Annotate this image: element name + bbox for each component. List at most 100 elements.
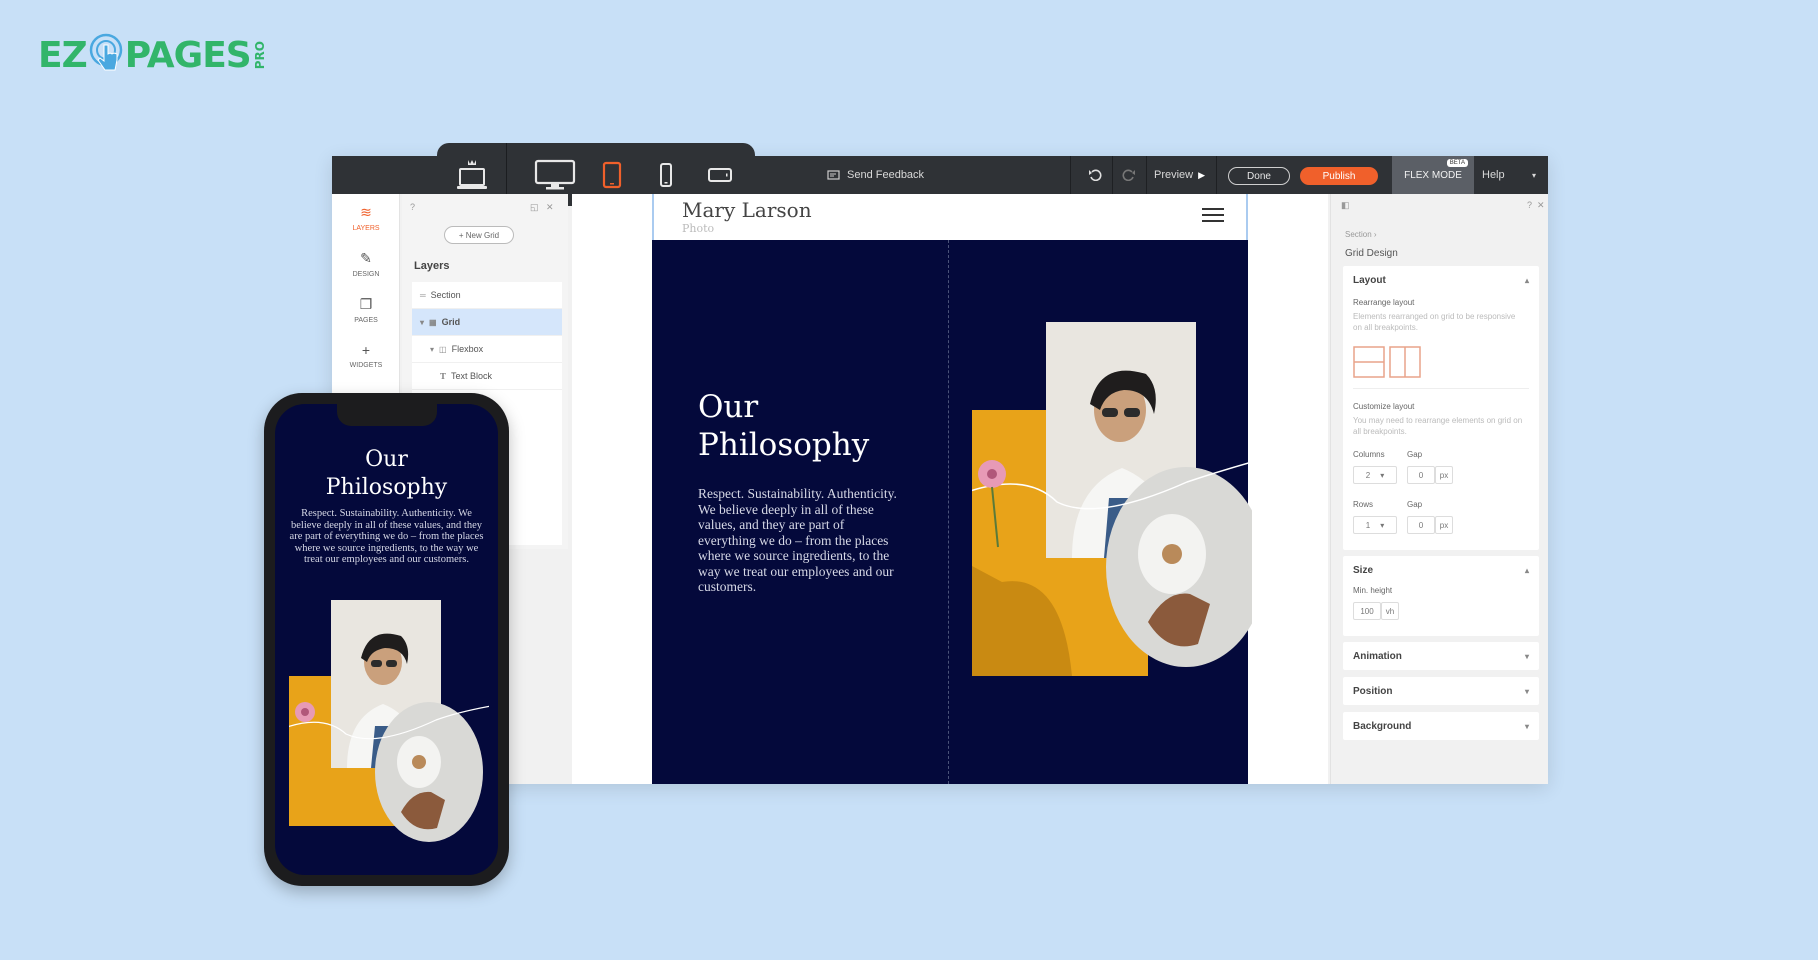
publish-button[interactable]: Publish [1300, 167, 1378, 185]
expand-arrow-icon: ▾ [420, 317, 425, 327]
rail-item-layers[interactable]: ≋ LAYERS [332, 204, 400, 232]
layout-card: Layout ▴ Rearrange layout Elements rearr… [1343, 266, 1539, 550]
row-gap-unit[interactable]: px [1435, 516, 1453, 534]
desktop-icon [534, 159, 576, 189]
heading-line: Our [365, 447, 408, 472]
column-gap-unit[interactable]: px [1435, 466, 1453, 484]
rearrange-hint: Elements rearranged on grid to be respon… [1353, 312, 1516, 332]
layer-row-text-block[interactable]: T Text Block [412, 363, 562, 390]
background-card[interactable]: Background ▾ [1343, 712, 1539, 740]
size-card: Size ▴ Min. height 100 vh [1343, 556, 1539, 636]
panel-toggle-icon[interactable]: ◧ [1341, 200, 1350, 211]
help-icon[interactable]: ? [1527, 200, 1532, 210]
philosophy-paragraph[interactable]: Respect. Sustainability. Authenticity. W… [698, 486, 903, 595]
beta-badge: BETA [1446, 159, 1468, 167]
philosophy-heading[interactable]: Our Philosophy [698, 388, 938, 464]
help-label: Help [1482, 169, 1505, 181]
logo-ez-text: EZ [38, 34, 88, 76]
layers-title: Layers [414, 260, 450, 272]
philosophy-section[interactable]: Our Philosophy Respect. Sustainability. … [652, 240, 1252, 784]
chevron-down-icon[interactable]: ▾ [1532, 156, 1536, 194]
position-card[interactable]: Position ▾ [1343, 677, 1539, 705]
row-gap-input[interactable]: 0 [1407, 516, 1435, 534]
preview-label: Preview [1154, 169, 1194, 181]
rail-label: WIDGETS [349, 362, 383, 369]
portrait-photo-collage[interactable] [972, 322, 1252, 692]
chevron-down-icon: ▾ [1524, 721, 1529, 731]
brush-icon: ✎ [360, 250, 372, 266]
rail-item-design[interactable]: ✎ DESIGN [332, 250, 400, 278]
chevron-up-icon: ▴ [1524, 565, 1529, 575]
topbar-divider [1070, 156, 1071, 194]
grid-icon: ▦ [429, 317, 437, 327]
layer-row-grid[interactable]: ▾ ▦ Grid [412, 309, 562, 336]
card-divider [1353, 388, 1529, 389]
rows-value: 1 [1365, 520, 1371, 530]
phone-screen: Our Philosophy Respect. Sustainability. … [275, 404, 498, 875]
crowned-laptop-icon [456, 159, 487, 189]
chevron-down-icon: ▾ [1380, 520, 1385, 530]
site-header[interactable]: Mary Larson Photo [652, 194, 1248, 240]
editor-window: Send Feedback Preview ▶ Done Publish FLE… [332, 143, 1548, 784]
customize-hint: You may need to rearrange elements on gr… [1353, 416, 1523, 436]
section-icon: ═ [420, 290, 426, 300]
redo-button[interactable] [1116, 156, 1142, 194]
feedback-icon [827, 170, 840, 180]
rail-item-pages[interactable]: ❐ PAGES [332, 296, 400, 324]
rail-label: PAGES [354, 317, 378, 324]
site-subtitle[interactable]: Photo [682, 222, 714, 235]
column-gap-label: Gap [1407, 450, 1423, 459]
layer-label: Section [430, 290, 461, 300]
layout-option-rows-icon[interactable] [1353, 346, 1385, 378]
size-card-header[interactable]: Size ▴ [1343, 556, 1539, 584]
send-feedback-button[interactable]: Send Feedback [827, 156, 924, 194]
phone-mockup: Our Philosophy Respect. Sustainability. … [264, 393, 509, 886]
close-icon[interactable]: ✕ [1537, 200, 1545, 211]
phone-notch [337, 404, 437, 426]
position-card-header[interactable]: Position ▾ [1343, 677, 1539, 705]
properties-panel: ◧ ? ✕ Section › Grid Design Layout ▴ Rea… [1330, 194, 1548, 784]
min-height-unit[interactable]: vh [1381, 602, 1399, 620]
layout-card-header[interactable]: Layout ▴ [1343, 266, 1539, 294]
heading-line: Philosophy [698, 427, 870, 463]
hamburger-menu-icon[interactable] [1202, 208, 1224, 224]
layer-label: Grid [441, 317, 461, 327]
preview-button[interactable]: Preview ▶ [1154, 156, 1205, 194]
layer-label: Flexbox [451, 344, 484, 354]
tablet-icon [602, 161, 622, 188]
new-grid-button[interactable]: + New Grid [444, 226, 514, 244]
min-height-input[interactable]: 100 [1353, 602, 1381, 620]
customize-layout-label: Customize layout [1353, 402, 1415, 411]
close-icon[interactable]: ✕ [546, 202, 554, 213]
rail-label: LAYERS [352, 225, 380, 232]
animation-card[interactable]: Animation ▾ [1343, 642, 1539, 670]
flex-mode-toggle[interactable]: FLEX MODE BETA [1392, 156, 1474, 194]
breadcrumb[interactable]: Section › [1345, 230, 1377, 239]
background-card-header[interactable]: Background ▾ [1343, 712, 1539, 740]
size-title: Size [1353, 564, 1374, 576]
text-icon: T [440, 371, 446, 381]
phone-philosophy-heading: Our Philosophy [275, 446, 498, 502]
site-name[interactable]: Mary Larson [682, 198, 812, 222]
column-gap-input[interactable]: 0 [1407, 466, 1435, 484]
expand-arrow-icon: ▾ [430, 344, 435, 354]
rail-item-widgets[interactable]: + WIDGETS [332, 342, 400, 369]
layout-option-columns-icon[interactable] [1389, 346, 1421, 378]
rows-select[interactable]: 1 ▾ [1353, 516, 1397, 534]
logo-pages-text: PAGES [124, 34, 252, 76]
topbar-divider [1112, 156, 1113, 194]
undo-button[interactable] [1082, 156, 1108, 194]
layer-row-section[interactable]: ═ Section [412, 282, 562, 309]
pointer-hand-icon [89, 33, 122, 71]
columns-select[interactable]: 2 ▾ [1353, 466, 1397, 484]
done-button[interactable]: Done [1228, 167, 1290, 185]
detach-icon[interactable]: ◱ [530, 202, 539, 213]
chevron-down-icon: ▾ [1380, 470, 1385, 480]
animation-card-header[interactable]: Animation ▾ [1343, 642, 1539, 670]
redo-icon [1122, 169, 1135, 181]
flex-mode-label: FLEX MODE [1404, 169, 1462, 181]
layout-title: Layout [1353, 274, 1386, 286]
help-icon[interactable]: ? [410, 202, 415, 212]
layer-row-flexbox[interactable]: ▾ ◫ Flexbox [412, 336, 562, 363]
help-menu[interactable]: Help [1482, 156, 1505, 194]
